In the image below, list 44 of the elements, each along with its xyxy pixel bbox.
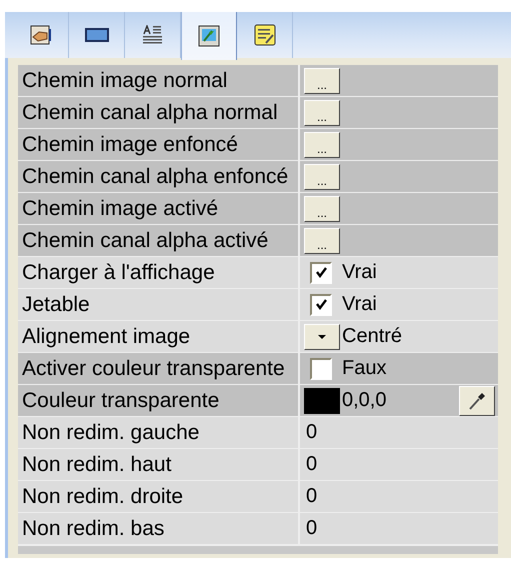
property-value: 0,0,0	[342, 389, 386, 412]
rectangle-icon	[84, 28, 108, 42]
checkbox[interactable]	[310, 294, 332, 316]
check-icon	[314, 298, 328, 311]
eyedropper-icon	[467, 390, 487, 410]
tab[interactable]	[181, 12, 237, 60]
caret-icon	[318, 334, 326, 338]
property-value: Faux	[342, 357, 386, 380]
property-value: 0	[306, 421, 318, 444]
property-row[interactable]: Alignement image Centré	[18, 321, 498, 353]
property-row[interactable]: Chemin image enfoncé ...	[18, 129, 498, 161]
dropdown-button[interactable]	[304, 324, 340, 350]
browse-button[interactable]: ...	[304, 164, 340, 190]
property-row[interactable]: Non redim. bas 0	[18, 513, 498, 545]
property-row[interactable]: Chemin canal alpha normal ...	[18, 97, 498, 129]
property-row[interactable]: Non redim. droite 0	[18, 481, 498, 513]
browse-button[interactable]: ...	[304, 228, 340, 254]
property-row[interactable]: Chemin image activé ...	[18, 193, 498, 225]
property-row[interactable]: Charger à l'affichage Vrai	[18, 257, 498, 289]
checkbox[interactable]	[310, 358, 332, 380]
property-row[interactable]: Couleur transparente 0,0,0	[18, 385, 498, 417]
property-value: Centré	[342, 325, 402, 348]
browse-button[interactable]: ...	[304, 132, 340, 158]
browse-button[interactable]: ...	[304, 68, 340, 94]
property-value: 0	[306, 517, 318, 540]
note-icon	[254, 24, 276, 46]
property-row[interactable]: Chemin image normal ...	[18, 65, 498, 97]
property-row[interactable]: Jetable Vrai	[18, 289, 498, 321]
check-icon	[314, 266, 328, 279]
property-value: Vrai	[342, 293, 377, 316]
property-row[interactable]: Non redim. gauche 0	[18, 417, 498, 449]
text-lines-icon	[142, 25, 164, 45]
browse-button[interactable]: ...	[304, 100, 340, 126]
property-row[interactable]: Chemin canal alpha enfoncé ...	[18, 161, 498, 193]
browse-button[interactable]: ...	[304, 196, 340, 222]
property-value: 0	[306, 485, 318, 508]
property-row[interactable]: Non redim. haut 0	[18, 449, 498, 481]
property-value: 0	[306, 453, 318, 476]
property-row[interactable]: Chemin canal alpha activé ...	[18, 225, 498, 257]
checkbox[interactable]	[310, 262, 332, 284]
eyedropper-button[interactable]	[459, 386, 495, 416]
property-value: Vrai	[342, 261, 377, 284]
property-row[interactable]: Activer couleur transparente Faux	[18, 353, 498, 385]
picture-icon	[198, 25, 220, 47]
